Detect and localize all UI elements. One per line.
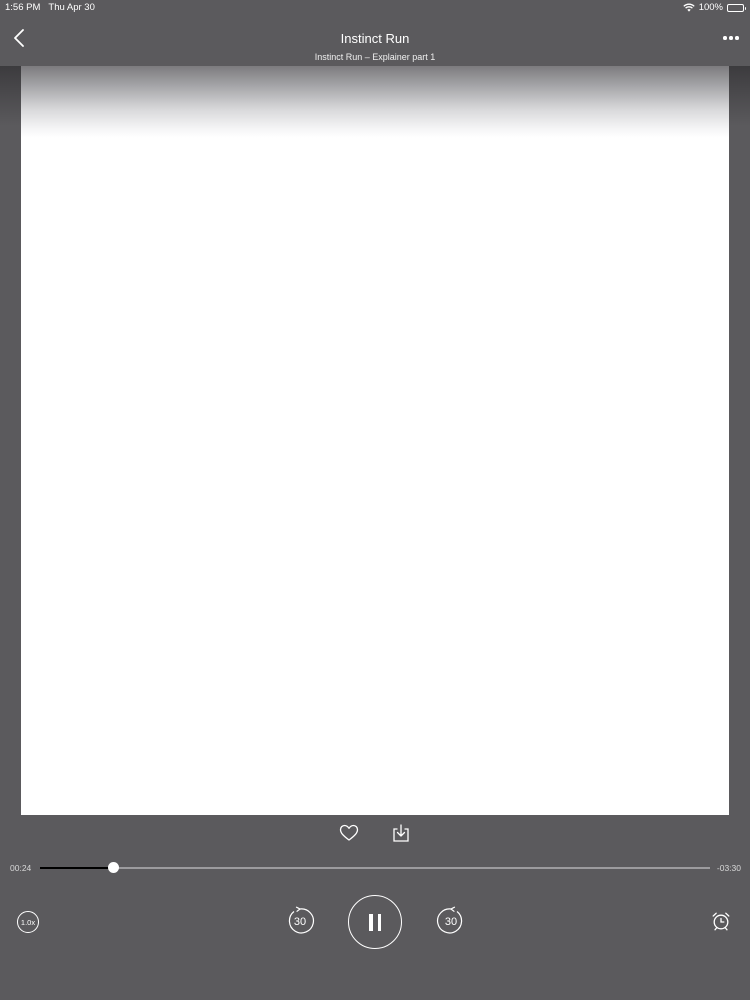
download-icon <box>393 824 409 842</box>
wifi-icon <box>683 3 695 12</box>
episode-subtitle: Instinct Run – Explainer part 1 <box>314 52 436 62</box>
skip-back-seconds: 30 <box>293 916 307 928</box>
heart-icon <box>339 824 359 841</box>
progress-slider[interactable] <box>40 862 710 873</box>
more-button[interactable] <box>720 30 742 46</box>
download-button[interactable] <box>390 822 412 844</box>
skip-forward-seconds: 30 <box>444 916 458 928</box>
playback-controls: 1.0x 30 30 <box>0 893 750 951</box>
progress-fill <box>40 867 114 869</box>
sleep-timer-button[interactable] <box>710 910 732 932</box>
more-icon <box>723 36 727 40</box>
status-right: 100% <box>683 2 746 13</box>
artwork-top-shade <box>21 66 729 138</box>
playback-speed-button[interactable]: 1.0x <box>17 911 39 933</box>
artwork-shadow-left <box>0 66 21 126</box>
nav-bar: Instinct Run Instinct Run – Explainer pa… <box>0 16 750 66</box>
status-date: Thu Apr 30 <box>48 2 95 13</box>
page-title: Instinct Run <box>340 31 410 46</box>
pause-icon <box>369 913 373 931</box>
status-bar: 1:56 PM Thu Apr 30 100% <box>0 0 750 16</box>
time-elapsed: 00:24 <box>10 863 32 873</box>
status-left: 1:56 PM Thu Apr 30 <box>5 2 95 13</box>
time-remaining: -03:30 <box>716 863 741 873</box>
battery-icon <box>727 3 746 12</box>
skip-back-button[interactable]: 30 <box>285 906 315 936</box>
progress-row: 00:24 -03:30 <box>0 858 750 878</box>
progress-thumb[interactable] <box>108 862 120 873</box>
action-row <box>0 820 750 844</box>
alarm-clock-icon <box>712 912 730 931</box>
battery-percent: 100% <box>698 2 723 13</box>
pause-button[interactable] <box>348 895 402 949</box>
artwork-shadow-right <box>729 66 750 126</box>
skip-forward-button[interactable]: 30 <box>436 906 466 936</box>
episode-artwork <box>21 66 729 815</box>
status-time: 1:56 PM <box>5 2 41 13</box>
like-button[interactable] <box>338 822 360 844</box>
